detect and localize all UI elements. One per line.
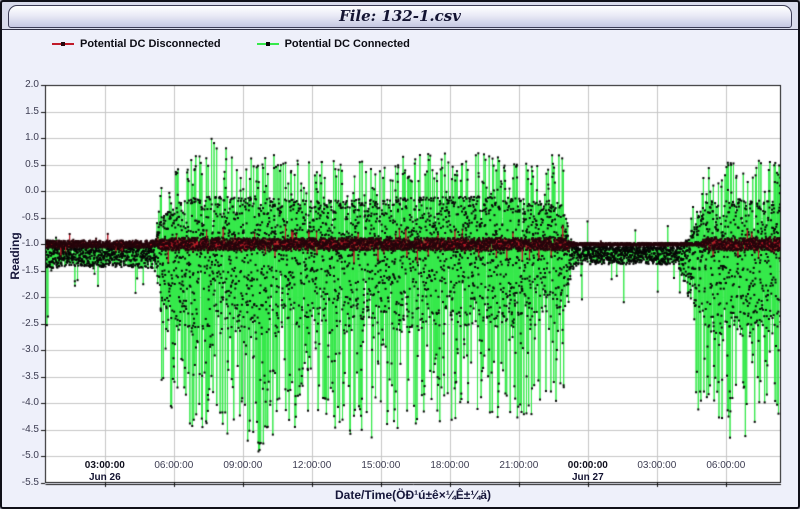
legend-item-connected: Potential DC Connected bbox=[257, 38, 410, 50]
y-tick--0.5: -0.5 bbox=[7, 212, 39, 223]
y-tick-1.5: 1.5 bbox=[7, 106, 39, 117]
y-tick--4.0: -4.0 bbox=[7, 397, 39, 408]
x-tick-24: 00:00:00 bbox=[556, 460, 620, 471]
legend-line-red-icon bbox=[52, 43, 74, 45]
y-tick--2.5: -2.5 bbox=[7, 318, 39, 329]
chart-legend: Potential DC Disconnected Potential DC C… bbox=[52, 38, 410, 50]
legend-label-disconnected: Potential DC Disconnected bbox=[80, 38, 221, 50]
y-tick-1.0: 1.0 bbox=[7, 132, 39, 143]
x-axis-title: Date/Time(ÖÐ¹ú±ê×¼Ê±¼ä) bbox=[263, 488, 563, 502]
y-tick--3.0: -3.0 bbox=[7, 344, 39, 355]
x-tick-18: 18:00:00 bbox=[418, 460, 482, 471]
y-tick-2.0: 2.0 bbox=[7, 79, 39, 90]
plot-area[interactable] bbox=[39, 79, 787, 489]
y-tick-0.0: 0.0 bbox=[7, 185, 39, 196]
x-tick-3: 03:00:00 bbox=[73, 460, 137, 471]
y-tick--5.0: -5.0 bbox=[7, 450, 39, 461]
x-tick-6: 06:00:00 bbox=[142, 460, 206, 471]
chart-region: Potential DC Disconnected Potential DC C… bbox=[2, 30, 798, 507]
file-title-bar: File: 132-1.csv bbox=[8, 5, 792, 28]
x-tick-date-24: Jun 27 bbox=[556, 472, 620, 483]
y-tick--1.0: -1.0 bbox=[7, 238, 39, 249]
y-tick--1.5: -1.5 bbox=[7, 265, 39, 276]
y-tick--3.5: -3.5 bbox=[7, 371, 39, 382]
legend-marker-red-icon bbox=[61, 42, 65, 46]
y-tick--5.5: -5.5 bbox=[7, 477, 39, 488]
x-tick-15: 15:00:00 bbox=[349, 460, 413, 471]
legend-item-disconnected: Potential DC Disconnected bbox=[52, 38, 221, 50]
x-tick-12: 12:00:00 bbox=[280, 460, 344, 471]
y-tick-0.5: 0.5 bbox=[7, 159, 39, 170]
y-tick--2.0: -2.0 bbox=[7, 291, 39, 302]
x-tick-27: 03:00:00 bbox=[625, 460, 689, 471]
x-tick-9: 09:00:00 bbox=[211, 460, 275, 471]
x-tick-21: 21:00:00 bbox=[487, 460, 551, 471]
x-tick-date-3: Jun 26 bbox=[73, 472, 137, 483]
file-title: File: 132-1.csv bbox=[339, 7, 461, 25]
app-window: File: 132-1.csv Potential DC Disconnecte… bbox=[0, 0, 800, 509]
y-tick--4.5: -4.5 bbox=[7, 424, 39, 435]
legend-label-connected: Potential DC Connected bbox=[285, 38, 410, 50]
legend-marker-green-icon bbox=[266, 42, 270, 46]
legend-line-green-icon bbox=[257, 43, 279, 45]
x-tick-30: 06:00:00 bbox=[694, 460, 758, 471]
